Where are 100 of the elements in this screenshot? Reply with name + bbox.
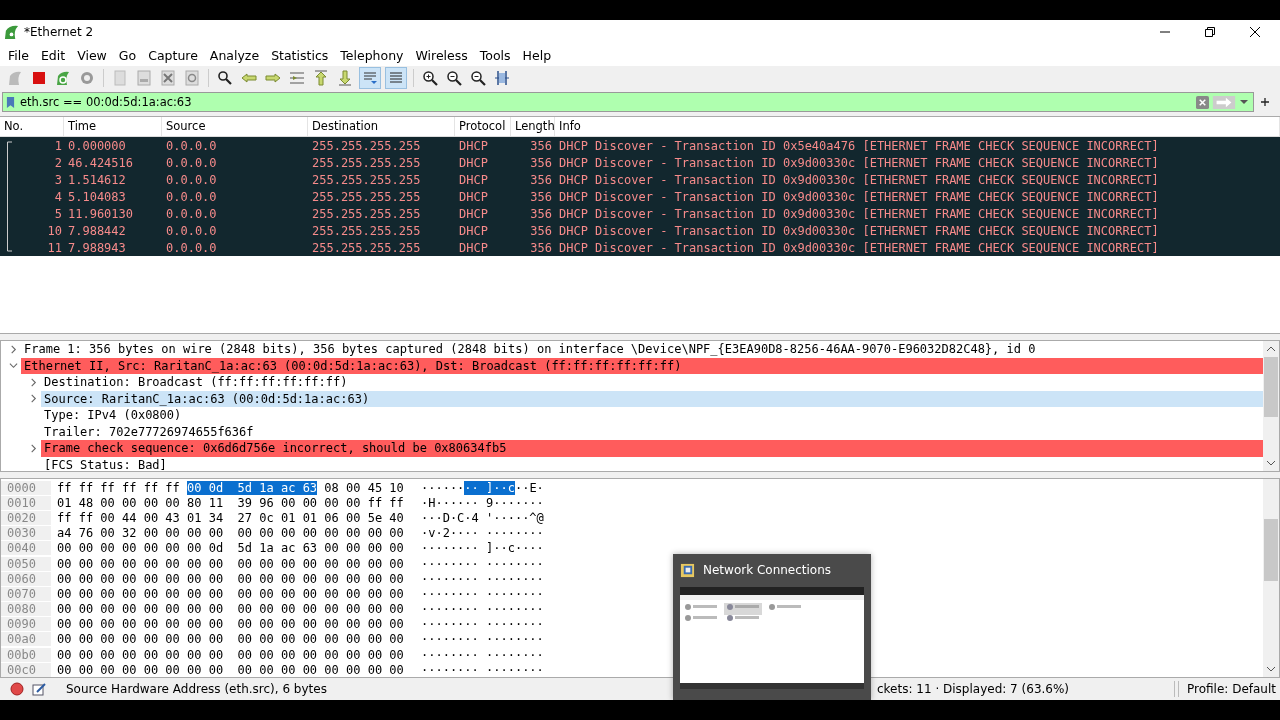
menu-item[interactable]: Statistics xyxy=(267,47,337,63)
detail-field[interactable]: [FCS Status: Bad] xyxy=(41,456,1263,471)
column-header[interactable]: Protocol xyxy=(455,117,511,136)
ascii-text[interactable]: ········ ········ xyxy=(421,662,544,677)
dropdown-caret-icon[interactable] xyxy=(1239,97,1249,107)
expand-chevron-icon[interactable] xyxy=(8,344,18,354)
packet-row[interactable]: 4 5.104083 0.0.0.0 255.255.255.255 DHCP 356 DHCP Discover - Transaction ID 0x9d00330c [ETHERNET FRAME CHECK SEQUENCE INCORRECT] xyxy=(0,188,1280,205)
hex-bytes[interactable]: 08 00 45 10 xyxy=(317,480,404,495)
scroll-down-icon[interactable] xyxy=(1266,460,1276,466)
ascii-text[interactable]: ········ ········ xyxy=(421,602,544,617)
hex-bytes[interactable]: 00 00 00 00 00 00 00 00 00 00 00 00 00 00 00 00 xyxy=(57,632,404,647)
detail-field[interactable]: Ethernet II, Src: RaritanC_1a:ac:63 (00:0d:5d:1a:ac:63), Dst: Broadcast (ff:ff:ff:ff:ff:ff) xyxy=(21,357,1263,374)
ascii-text[interactable]: ········ ········ xyxy=(421,556,544,571)
hex-bytes[interactable]: 00 00 00 00 00 00 00 00 00 00 00 00 00 00 00 00 xyxy=(57,556,404,571)
packet-row[interactable]: 5 11.960130 0.0.0.0 255.255.255.255 DHCP 356 DHCP Discover - Transaction ID 0x9d00330c [ETHERNET FRAME CHECK SEQUENCE INCORRECT] xyxy=(0,205,1280,222)
hex-bytes[interactable]: 00 00 00 00 00 00 00 00 00 00 00 00 00 00 00 00 xyxy=(57,647,404,662)
resize-columns-icon[interactable] xyxy=(492,68,512,88)
packet-row[interactable]: 11 7.988943 0.0.0.0 255.255.255.255 DHCP 356 DHCP Discover - Transaction ID 0x9d00330c [ETHERNET FRAME CHECK SEQUENCE INCORRECT] xyxy=(0,239,1280,256)
hex-bytes[interactable]: 00 0d 5d 1a ac 63 xyxy=(187,480,318,495)
save-icon[interactable] xyxy=(134,68,154,88)
expand-chevron-icon[interactable] xyxy=(28,377,38,387)
menu-item[interactable]: Capture xyxy=(144,47,206,63)
table-cell-text: DHCP Discover - Transaction ID 0x9d00330c [ETHERNET FRAME CHECK SEQUENCE INCORRECT] xyxy=(558,172,1160,187)
clear-icon[interactable] xyxy=(1196,95,1209,109)
ascii-text[interactable]: ·H······ 9······· xyxy=(421,495,544,510)
ascii-text[interactable]: ········ ········ xyxy=(421,632,544,647)
autoscroll-button[interactable] xyxy=(359,67,381,89)
close-icon[interactable] xyxy=(1250,27,1260,37)
reload-icon[interactable] xyxy=(182,68,202,88)
hex-bytes[interactable]: 00 00 00 00 00 00 00 0d 5d 1a ac 63 00 00 00 00 xyxy=(57,541,404,556)
table-cell-text: 356 xyxy=(529,223,553,238)
ascii-text[interactable]: ······ xyxy=(421,480,465,495)
zoom-out-icon[interactable] xyxy=(444,68,464,88)
ascii-text[interactable]: ···D·C·4 '·····^@ xyxy=(421,510,544,525)
packet-row[interactable]: 3 1.514612 0.0.0.0 255.255.255.255 DHCP 356 DHCP Discover - Transaction ID 0x9d00330c [ETHERNET FRAME CHECK SEQUENCE INCORRECT] xyxy=(0,171,1280,188)
menu-item[interactable]: Go xyxy=(114,47,145,63)
ascii-text[interactable]: ········ ········ xyxy=(421,571,544,586)
bookmark-icon[interactable] xyxy=(6,95,15,109)
column-header[interactable]: No. xyxy=(0,117,64,136)
scrollbar[interactable] xyxy=(1263,341,1279,471)
menu-item[interactable]: Help xyxy=(518,47,560,63)
detail-field[interactable]: Source: RaritanC_1a:ac:63 (00:0d:5d:1a:ac:63) xyxy=(41,390,1263,407)
scroll-down-icon[interactable] xyxy=(1266,666,1276,672)
menu-item[interactable]: File xyxy=(4,47,37,63)
hex-bytes[interactable]: 00 00 00 00 00 00 00 00 00 00 00 00 00 00 00 00 xyxy=(57,586,404,601)
detail-field[interactable]: Frame check sequence: 0x6d6d756e incorrect, should be 0x80634fb5 xyxy=(41,440,1263,457)
expand-chevron-icon[interactable] xyxy=(28,443,38,453)
expand-chevron-icon[interactable] xyxy=(28,394,38,404)
ascii-text[interactable]: ········ ········ xyxy=(421,617,544,632)
edit-icon[interactable] xyxy=(32,682,46,696)
column-header[interactable]: Destination xyxy=(308,117,455,136)
detail-field[interactable]: Frame 1: 356 bytes on wire (2848 bits), 356 bytes captured (2848 bits) on interface \Device\NPF_{E3EA90D8-8256-46AA-9070-E96032D82C48}, id 0 xyxy=(21,341,1263,358)
ascii-text[interactable]: ·· ]··c xyxy=(464,480,515,495)
packet-row[interactable]: 10 7.988442 0.0.0.0 255.255.255.255 DHCP 356 DHCP Discover - Transaction ID 0x9d00330c [ETHERNET FRAME CHECK SEQUENCE INCORRECT] xyxy=(0,222,1280,239)
column-header[interactable]: Info xyxy=(555,117,1280,136)
column-header[interactable]: Time xyxy=(64,117,162,136)
byte-offset: 0010 xyxy=(1,495,51,510)
detail-field[interactable]: Trailer: 702e77726974655f636f xyxy=(41,423,1263,440)
expert-info-icon[interactable] xyxy=(10,682,24,696)
table-cell-text: 356 xyxy=(529,155,553,170)
hex-bytes[interactable]: 00 00 00 00 00 00 00 00 00 00 00 00 00 00 00 00 xyxy=(57,602,404,617)
zoom-normal-icon[interactable] xyxy=(468,68,488,88)
table-cell-text: 0.0.0.0 xyxy=(165,138,218,153)
close-file-icon[interactable] xyxy=(158,68,178,88)
ascii-text[interactable]: ········ ········ xyxy=(421,647,544,662)
detail-field[interactable]: Destination: Broadcast (ff:ff:ff:ff:ff:ff) xyxy=(41,374,1263,391)
hex-bytes[interactable]: 01 48 00 00 00 00 80 11 39 96 00 00 00 00 ff ff xyxy=(57,495,404,510)
menu-item[interactable]: View xyxy=(73,47,115,63)
table-cell-text: DHCP xyxy=(458,138,489,153)
scroll-up-icon[interactable] xyxy=(1266,346,1276,352)
profile-text[interactable]: Profile: Default xyxy=(1187,682,1276,696)
ascii-text[interactable]: ········ ]··c···· xyxy=(421,541,544,556)
colorize-button[interactable] xyxy=(385,67,407,89)
menu-item[interactable]: Edit xyxy=(36,47,74,63)
packet-row[interactable]: 2 46.424516 0.0.0.0 255.255.255.255 DHCP 356 DHCP Discover - Transaction ID 0x9d00330c [ETHERNET FRAME CHECK SEQUENCE INCORRECT] xyxy=(0,154,1280,171)
column-header[interactable]: Source xyxy=(162,117,308,136)
add-icon[interactable] xyxy=(1260,97,1270,107)
restore-icon[interactable] xyxy=(1205,27,1215,37)
menu-item[interactable]: Analyze xyxy=(205,47,268,63)
ascii-text[interactable]: ········ ········ xyxy=(421,586,544,601)
hex-bytes[interactable]: ff ff ff ff ff ff xyxy=(57,480,188,495)
scrollbar[interactable] xyxy=(1263,479,1279,677)
taskbar-preview[interactable]: Network Connections xyxy=(673,554,871,700)
display-filter-field[interactable]: eth.src == 00:0d:5d:1a:ac:63 xyxy=(18,95,1193,109)
menu-item[interactable]: Tools xyxy=(475,47,519,63)
detail-field[interactable]: Type: IPv4 (0x0800) xyxy=(41,407,1263,424)
hex-bytes[interactable]: ff ff 00 44 00 43 01 34 27 0c 01 01 06 00 5e 40 xyxy=(57,510,404,525)
menu-item[interactable]: Telephony xyxy=(336,47,412,63)
zoom-in-icon[interactable] xyxy=(420,68,440,88)
filter-field[interactable]: eth.src == 00:0d:5d:1a:ac:63 xyxy=(2,92,1254,112)
hex-bytes[interactable]: 00 00 00 00 00 00 00 00 00 00 00 00 00 00 00 00 xyxy=(57,662,404,677)
packet-row[interactable]: 1 0.000000 0.0.0.0 255.255.255.255 DHCP 356 DHCP Discover - Transaction ID 0x5e40a476 [ETHERNET FRAME CHECK SEQUENCE INCORRECT] xyxy=(0,137,1280,154)
collapse-chevron-icon[interactable] xyxy=(8,361,18,371)
ascii-text[interactable]: ··E· xyxy=(514,480,544,495)
menu-item[interactable]: Wireless xyxy=(411,47,476,63)
hex-bytes[interactable]: a4 76 00 32 00 00 00 00 00 00 00 00 00 00 00 00 xyxy=(57,526,404,541)
hex-bytes[interactable]: 00 00 00 00 00 00 00 00 00 00 00 00 00 00 00 00 xyxy=(57,571,404,586)
column-header[interactable]: Length xyxy=(511,117,555,136)
ascii-text[interactable]: ·v·2···· ········ xyxy=(421,526,544,541)
hex-bytes[interactable]: 00 00 00 00 00 00 00 00 00 00 00 00 00 00 00 00 xyxy=(57,617,404,632)
